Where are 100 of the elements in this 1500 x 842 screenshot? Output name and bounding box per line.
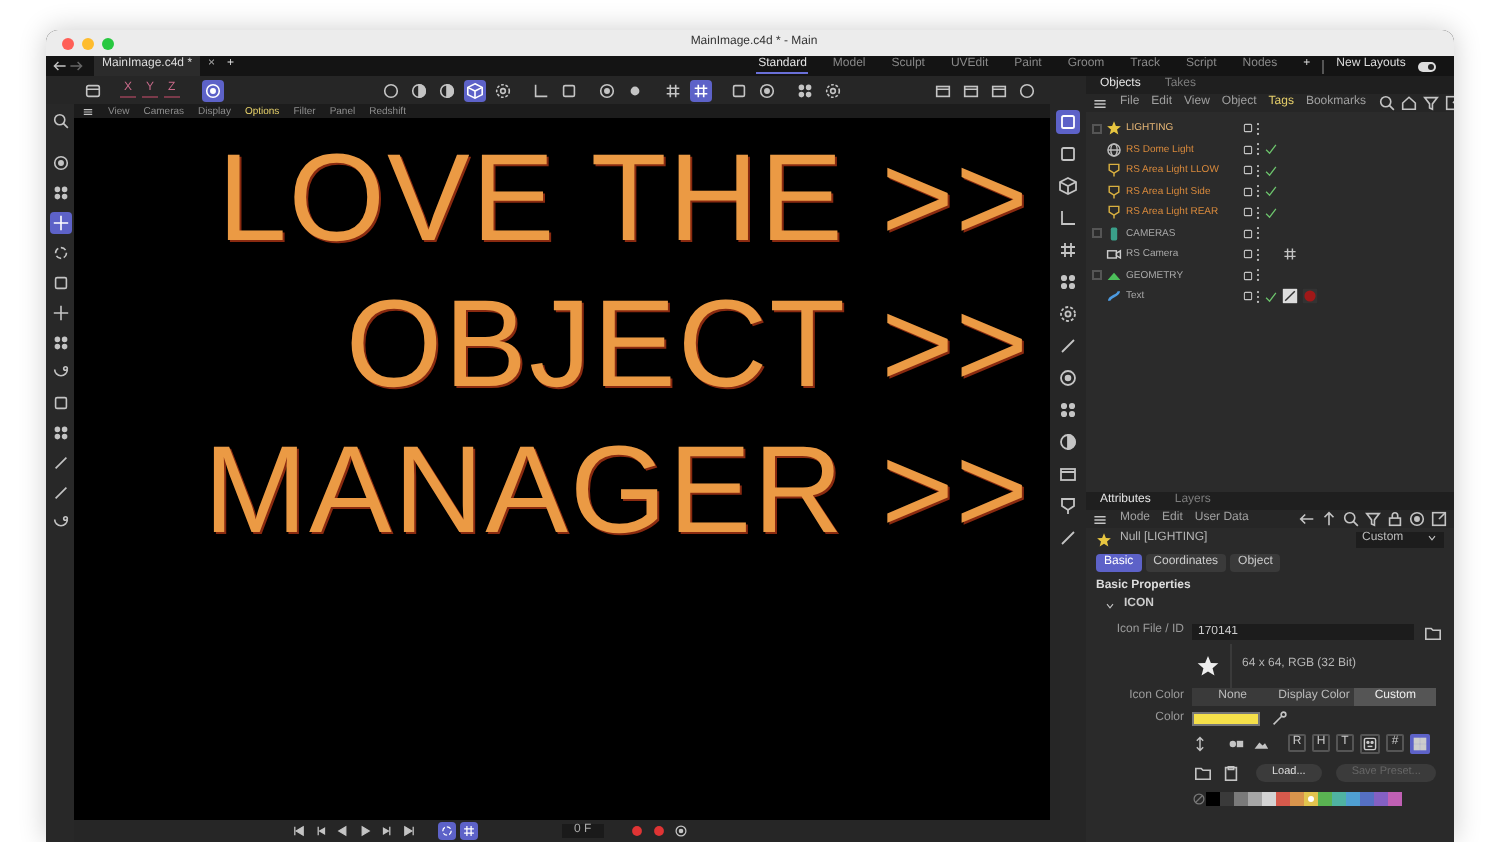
- face-icon[interactable]: [1360, 733, 1380, 754]
- check-icon[interactable]: [1264, 184, 1278, 199]
- step-back-icon[interactable]: [312, 822, 330, 840]
- palette-swatch[interactable]: [1234, 791, 1248, 806]
- target-icon[interactable]: [595, 79, 618, 101]
- archive-icon[interactable]: [82, 79, 104, 101]
- clapperboard-icon[interactable]: [1056, 462, 1080, 486]
- target-icon[interactable]: [671, 822, 690, 840]
- corner-icon[interactable]: [529, 79, 552, 101]
- chevron-down-icon[interactable]: [1104, 599, 1116, 612]
- palette-swatch[interactable]: [1388, 791, 1402, 806]
- toggle-switch[interactable]: [1417, 61, 1436, 71]
- grid-icon[interactable]: [1056, 238, 1080, 262]
- dome-icon: [1106, 141, 1122, 158]
- palette-swatch[interactable]: [1304, 791, 1318, 806]
- undo-icon[interactable]: [52, 58, 68, 74]
- check-icon[interactable]: [1264, 205, 1278, 220]
- line-icon[interactable]: [1056, 526, 1080, 550]
- skip-back-icon[interactable]: [290, 822, 308, 840]
- target-icon[interactable]: [49, 152, 71, 174]
- menu-icon[interactable]: [1092, 95, 1108, 111]
- skip-forward-icon[interactable]: [400, 822, 418, 840]
- move-icon[interactable]: [49, 302, 71, 324]
- palette-swatch[interactable]: [1332, 791, 1346, 806]
- filter-icon[interactable]: [1364, 510, 1382, 528]
- dots-icon[interactable]: [49, 422, 71, 444]
- target-icon[interactable]: [201, 79, 224, 101]
- dots-icon[interactable]: [793, 79, 816, 101]
- shapes-icon[interactable]: [1226, 735, 1246, 752]
- lock-icon[interactable]: [1386, 510, 1404, 528]
- check-icon[interactable]: [1264, 142, 1278, 157]
- lamp-icon: [1106, 162, 1122, 179]
- search-icon[interactable]: [49, 110, 71, 132]
- half-circle-icon[interactable]: [435, 79, 458, 101]
- phong-tag-icon[interactable]: [1282, 288, 1298, 305]
- palette-swatch[interactable]: [1220, 791, 1234, 806]
- target-icon[interactable]: [1408, 510, 1426, 528]
- palette-swatch[interactable]: [1276, 791, 1290, 806]
- record-icon[interactable]: [627, 822, 646, 840]
- grid-icon[interactable]: [689, 79, 712, 101]
- palette-swatch[interactable]: [1290, 791, 1304, 806]
- palette-swatch[interactable]: [1374, 791, 1388, 806]
- palette-swatch[interactable]: [1248, 791, 1262, 806]
- square-icon[interactable]: [1056, 142, 1080, 166]
- circle-icon[interactable]: [379, 79, 402, 101]
- check-icon[interactable]: [1264, 289, 1278, 304]
- dots-icon[interactable]: [49, 182, 71, 204]
- dots-icon[interactable]: [1056, 270, 1080, 294]
- close-button[interactable]: [62, 37, 74, 49]
- gear-icon[interactable]: [491, 79, 514, 101]
- cube-icon[interactable]: [1056, 174, 1080, 198]
- arrow-up-icon[interactable]: [1320, 510, 1338, 528]
- palette-swatch[interactable]: [1360, 791, 1374, 806]
- arrow-left-icon[interactable]: [1298, 510, 1316, 528]
- target-icon[interactable]: [1056, 366, 1080, 390]
- dots-icon[interactable]: [1056, 398, 1080, 422]
- color-swatch[interactable]: [1192, 711, 1260, 726]
- palette-swatch[interactable]: [1206, 791, 1220, 806]
- expand-icon[interactable]: [1430, 510, 1448, 528]
- camera-icon: [1106, 246, 1122, 263]
- 3d-text: LOVE THE >>: [217, 128, 1030, 272]
- palette-swatch[interactable]: [1262, 791, 1276, 806]
- menu-icon[interactable]: [1092, 511, 1108, 527]
- square-icon[interactable]: [49, 392, 71, 414]
- square-icon[interactable]: [727, 79, 750, 101]
- line-icon[interactable]: [49, 452, 71, 474]
- star-icon: [1096, 532, 1112, 548]
- circle-icon[interactable]: [1016, 79, 1038, 101]
- line-icon[interactable]: [1056, 334, 1080, 358]
- palette-swatch[interactable]: [1346, 791, 1360, 806]
- gear-icon[interactable]: [821, 79, 844, 101]
- search-icon[interactable]: [1377, 94, 1396, 112]
- rotate-icon[interactable]: [438, 822, 456, 840]
- half-circle-icon[interactable]: [1056, 430, 1080, 454]
- pipette-icon[interactable]: [1268, 707, 1290, 730]
- palette-swatch[interactable]: [1318, 791, 1332, 806]
- no-color-icon[interactable]: [1192, 791, 1206, 806]
- square-icon[interactable]: [1056, 110, 1080, 134]
- gear-icon[interactable]: [1056, 302, 1080, 326]
- menu-icon[interactable]: [82, 105, 94, 117]
- record-icon[interactable]: [649, 822, 668, 840]
- up-down-arrows-icon[interactable]: [1192, 735, 1208, 752]
- lamp-icon[interactable]: [1056, 494, 1080, 518]
- clipboard-icon[interactable]: [1220, 761, 1242, 784]
- rotate-icon[interactable]: [49, 242, 71, 264]
- square-icon[interactable]: [557, 79, 580, 101]
- half-circle-icon[interactable]: [407, 79, 430, 101]
- line-icon[interactable]: [49, 482, 71, 504]
- square-icon[interactable]: [49, 272, 71, 294]
- target-icon[interactable]: [755, 79, 778, 101]
- home-icon[interactable]: [1399, 94, 1418, 112]
- filter-icon[interactable]: [1421, 94, 1440, 112]
- dots-icon[interactable]: [49, 332, 71, 354]
- search-icon[interactable]: [1342, 510, 1360, 528]
- grid-icon[interactable]: [1282, 246, 1298, 263]
- grid-icon[interactable]: [661, 79, 684, 101]
- check-icon[interactable]: [1264, 163, 1278, 178]
- four-squares-icon[interactable]: [1410, 733, 1430, 754]
- corner-icon[interactable]: [1056, 206, 1080, 230]
- step-forward-icon[interactable]: [378, 822, 396, 840]
